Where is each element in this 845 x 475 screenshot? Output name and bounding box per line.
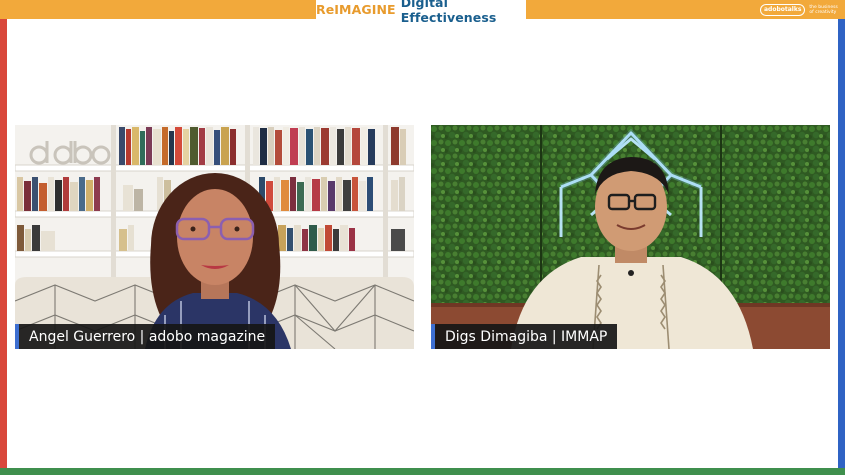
participant-1-name-tag: Angel Guerrero | adobo magazine bbox=[15, 324, 276, 349]
top-banner: ReIMAGINE Digital Effectiveness adobotal… bbox=[0, 0, 845, 25]
video-tile-participant-2[interactable]: Digs Dimagiba | IMMAP bbox=[431, 125, 830, 349]
brand-logo-mark: adobotalks bbox=[760, 3, 806, 16]
brand-logo: adobotalks the business of creativity bbox=[760, 2, 841, 17]
participant-2-name-tag: Digs Dimagiba | IMMAP bbox=[431, 324, 618, 349]
right-color-edge bbox=[838, 19, 845, 468]
event-title-rest: Digital Effectiveness bbox=[400, 0, 497, 25]
left-color-edge bbox=[0, 19, 7, 468]
participant-2-name: Digs Dimagiba | IMMAP bbox=[445, 328, 608, 345]
brand-tagline: the business of creativity bbox=[809, 4, 838, 15]
participant-1-name: Angel Guerrero | adobo magazine bbox=[29, 328, 266, 345]
event-title-accent: ReIMAGINE bbox=[316, 2, 396, 17]
participant-1-video-feed bbox=[15, 125, 414, 349]
video-tile-participant-1[interactable]: Angel Guerrero | adobo magazine bbox=[15, 125, 414, 349]
bottom-color-edge bbox=[0, 468, 845, 475]
participant-2-video-feed bbox=[431, 125, 830, 349]
event-title: ReIMAGINE Digital Effectiveness bbox=[316, 0, 526, 25]
